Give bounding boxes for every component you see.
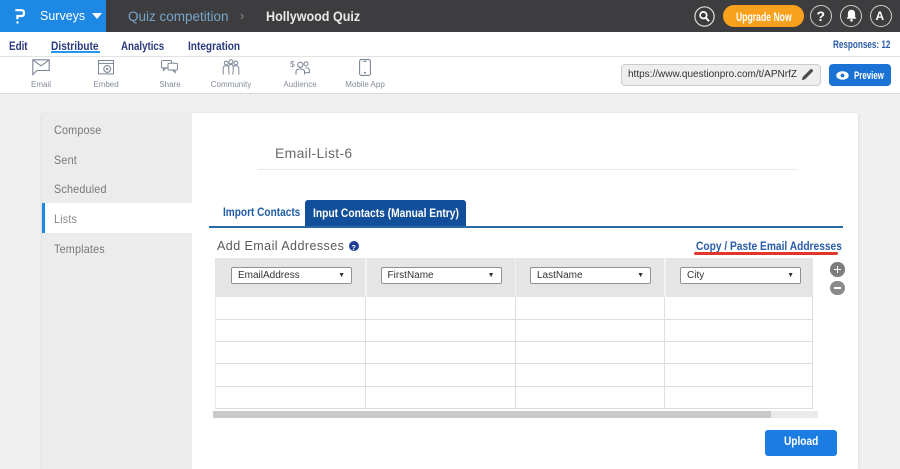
svg-text:$: $ — [290, 59, 295, 69]
